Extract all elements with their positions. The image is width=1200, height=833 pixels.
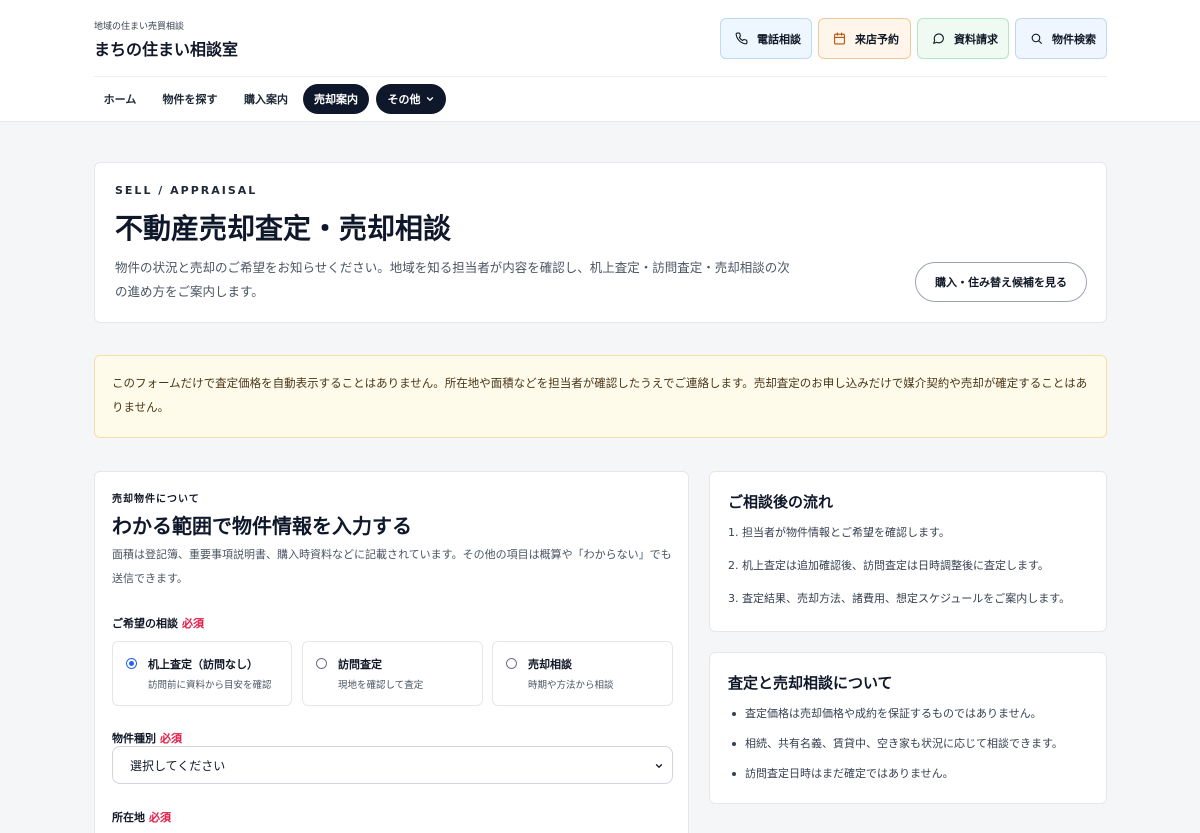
site-header: 地域の住まい売買相談 まちの住まい相談室 電話相談 来店予約 資料請求 物件検索… bbox=[0, 0, 1200, 122]
brand-name[interactable]: まちの住まい相談室 bbox=[94, 36, 238, 60]
page-title: 不動産売却査定・売却相談 bbox=[115, 212, 452, 245]
hero-description: 物件の状況と売却のご希望をお知らせください。地域を知る担当者が内容を確認し、机上… bbox=[115, 260, 790, 299]
consult-option-desk-appraisal[interactable]: 机上査定（訪問なし） 訪問前に資料から目安を確認 bbox=[112, 641, 292, 706]
flow-step: 2. 机上査定は追加確認後、訪問査定は日時調整後に査定します。 bbox=[728, 559, 1049, 572]
nav-item-sell-guide[interactable]: 売却案内 bbox=[303, 84, 369, 114]
option-title: 売却相談 bbox=[528, 658, 572, 671]
consult-option-sale-consult[interactable]: 売却相談 時期や方法から相談 bbox=[492, 641, 673, 706]
view-purchase-candidates-button[interactable]: 購入・住み替え候補を見る bbox=[915, 262, 1087, 302]
phone-consult-label: 電話相談 bbox=[757, 32, 801, 46]
property-type-select[interactable]: 選択してください bbox=[112, 746, 673, 784]
chat-icon bbox=[933, 33, 944, 44]
about-item-text: 訪問査定日時はまだ確定ではありません。 bbox=[745, 767, 954, 780]
consult-type-label: ご希望の相談 必須 bbox=[112, 615, 204, 631]
document-request-button[interactable]: 資料請求 bbox=[917, 18, 1009, 59]
radio-button[interactable] bbox=[126, 658, 137, 669]
hero-eyebrow: SELL / APPRAISAL bbox=[115, 184, 258, 197]
option-subtitle: 現地を確認して査定 bbox=[338, 680, 424, 691]
calendar-icon bbox=[834, 32, 845, 45]
nav-item-home[interactable]: ホーム bbox=[94, 84, 146, 114]
store-reservation-label: 来店予約 bbox=[855, 32, 899, 46]
about-item: 相続、共有名義、賃貸中、空き家も状況に応じて相談できます。 bbox=[732, 737, 1063, 767]
phone-icon bbox=[735, 32, 748, 45]
radio-button[interactable] bbox=[316, 658, 327, 669]
required-badge: 必須 bbox=[160, 732, 182, 745]
about-item-text: 相続、共有名義、賃貸中、空き家も状況に応じて相談できます。 bbox=[745, 737, 1063, 750]
header-divider bbox=[94, 76, 1107, 77]
option-subtitle: 訪問前に資料から目安を確認 bbox=[148, 680, 272, 691]
consult-type-label-text: ご希望の相談 bbox=[112, 617, 178, 630]
property-search-label: 物件検索 bbox=[1052, 32, 1096, 46]
notice-banner: このフォームだけで査定価格を自動表示することはありません。所在地や面積などを担当… bbox=[94, 355, 1107, 438]
flow-title: ご相談後の流れ bbox=[728, 493, 834, 511]
hero-section: SELL / APPRAISAL 不動産売却査定・売却相談 物件の状況と売却のご… bbox=[94, 162, 1107, 323]
required-badge: 必須 bbox=[149, 811, 171, 824]
phone-consult-button[interactable]: 電話相談 bbox=[720, 18, 812, 59]
appraisal-about-card: 査定と売却相談について 査定価格は売却価格や成約を保証するものではありません。 … bbox=[709, 652, 1107, 804]
flow-step: 1. 担当者が物件情報とご希望を確認します。 bbox=[728, 526, 950, 539]
nav-item-find-property[interactable]: 物件を探す bbox=[152, 84, 228, 114]
chevron-down-icon bbox=[426, 97, 433, 101]
property-form-card: 売却物件について わかる範囲で物件情報を入力する 面積は登記簿、重要事項説明書、… bbox=[94, 471, 689, 833]
option-subtitle: 時期や方法から相談 bbox=[528, 680, 614, 691]
radio-button[interactable] bbox=[506, 658, 517, 669]
search-icon bbox=[1031, 33, 1042, 44]
about-item-text: 査定価格は売却価格や成約を保証するものではありません。 bbox=[745, 707, 1042, 720]
store-reservation-button[interactable]: 来店予約 bbox=[818, 18, 911, 59]
nav-other-label: その他 bbox=[387, 93, 421, 106]
about-item: 査定価格は売却価格や成約を保証するものではありません。 bbox=[732, 707, 1063, 737]
bullet-icon bbox=[732, 742, 736, 746]
property-type-label-text: 物件種別 bbox=[112, 732, 156, 745]
consult-flow-card: ご相談後の流れ 1. 担当者が物件情報とご希望を確認します。 2. 机上査定は追… bbox=[709, 471, 1107, 632]
about-item: 訪問査定日時はまだ確定ではありません。 bbox=[732, 767, 1063, 797]
property-search-button[interactable]: 物件検索 bbox=[1015, 18, 1107, 59]
nav-item-other-dropdown[interactable]: その他 bbox=[376, 84, 446, 114]
required-badge: 必須 bbox=[182, 617, 204, 630]
option-title: 訪問査定 bbox=[338, 658, 382, 671]
brand-tagline: 地域の住まい売買相談 bbox=[94, 22, 185, 32]
option-title: 机上査定（訪問なし） bbox=[148, 658, 258, 671]
form-title: わかる範囲で物件情報を入力する bbox=[112, 514, 412, 538]
flow-steps: 1. 担当者が物件情報とご希望を確認します。 2. 机上査定は追加確認後、訪問査… bbox=[728, 526, 1070, 625]
flow-step: 3. 査定結果、売却方法、諸費用、想定スケジュールをご案内します。 bbox=[728, 592, 1071, 605]
property-type-select-value: 選択してください bbox=[130, 758, 226, 773]
chevron-down-icon bbox=[655, 764, 663, 768]
about-list: 査定価格は売却価格や成約を保証するものではありません。 相続、共有名義、賃貸中、… bbox=[732, 707, 1063, 797]
property-type-label: 物件種別 必須 bbox=[112, 730, 182, 746]
form-description: 面積は登記簿、重要事項説明書、購入時資料などに記載されています。その他の項目は概… bbox=[112, 548, 672, 585]
form-eyebrow: 売却物件について bbox=[112, 494, 200, 505]
bullet-icon bbox=[732, 712, 736, 716]
location-label-text: 所在地 bbox=[112, 811, 145, 824]
consult-option-visit-appraisal[interactable]: 訪問査定 現地を確認して査定 bbox=[302, 641, 483, 706]
about-title: 査定と売却相談について bbox=[728, 674, 893, 692]
nav-item-buy-guide[interactable]: 購入案内 bbox=[234, 84, 298, 114]
location-label: 所在地 必須 bbox=[112, 809, 171, 825]
document-request-label: 資料請求 bbox=[954, 32, 998, 46]
bullet-icon bbox=[732, 772, 736, 776]
